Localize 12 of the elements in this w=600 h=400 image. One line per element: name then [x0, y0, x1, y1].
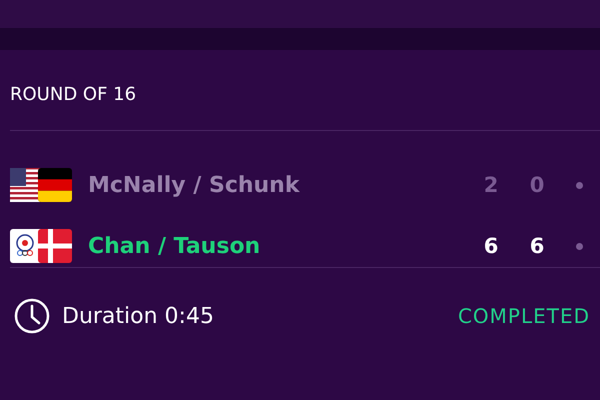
team-name: McNally / Schunk [88, 172, 301, 198]
set-score: 6 [482, 234, 500, 258]
set-score: 0 [528, 173, 546, 197]
match-status: COMPLETED [458, 304, 590, 328]
clock-icon [14, 298, 50, 334]
flag-icon [10, 229, 72, 263]
duration-label: Duration 0:45 [62, 304, 215, 328]
round-title: ROUND OF 16 [10, 84, 136, 106]
set-score: 6 [528, 234, 546, 258]
team-name: Chan / Tauson [88, 234, 262, 258]
flag-icon [10, 168, 72, 202]
set-score: 2 [482, 173, 500, 197]
